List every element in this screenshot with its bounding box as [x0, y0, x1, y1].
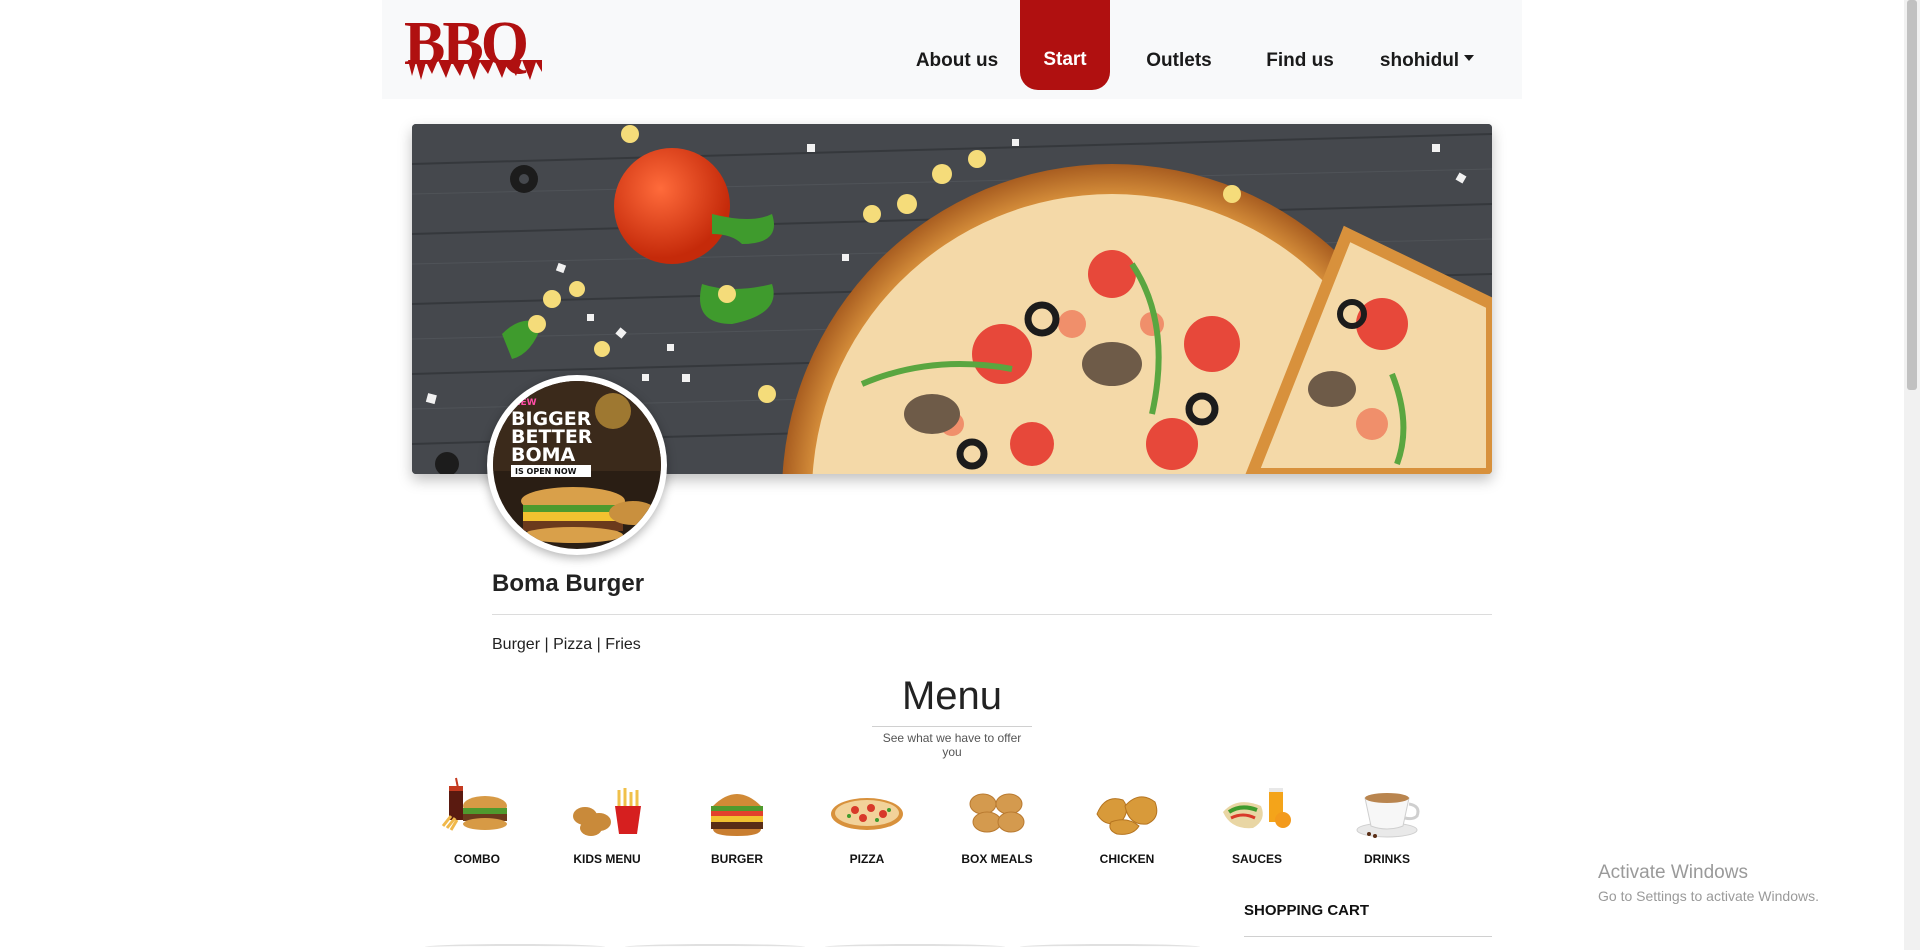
category-chicken[interactable]: CHICKEN: [1072, 776, 1182, 866]
menu-subtitle: See what we have to offer you: [872, 726, 1032, 759]
restaurant-name: Boma Burger: [492, 570, 645, 597]
product-card-edge: [425, 944, 605, 950]
watermark-line-1: Activate Windows: [1598, 862, 1748, 883]
caret-down-icon: [1464, 55, 1475, 61]
category-burger[interactable]: BURGER: [682, 776, 792, 866]
navbar: BBQ About us Start Outlets Find us shohi…: [382, 0, 1522, 99]
product-card-edge: [1020, 944, 1200, 950]
category-label: COMBO: [454, 852, 500, 866]
product-card-edge: [625, 944, 805, 950]
user-name: shohidul: [1379, 50, 1460, 71]
box-meals-icon: [957, 776, 1037, 842]
drinks-icon: [1347, 776, 1427, 842]
product-cards-peek: [420, 944, 1200, 950]
category-label: CHICKEN: [1099, 852, 1155, 866]
restaurant-avatar: NEW BIGGER BETTER BOMA IS OPEN NOW: [487, 375, 667, 555]
category-label: SAUCES: [1231, 852, 1282, 866]
bbq-logo[interactable]: BBQ: [402, 10, 547, 82]
category-combo[interactable]: COMBO: [422, 776, 532, 866]
category-label: DRINKS: [1363, 852, 1410, 866]
nav-outlets[interactable]: Outlets: [1134, 16, 1224, 106]
pizza-icon: [827, 776, 907, 842]
kids-menu-icon: [567, 776, 647, 842]
burger-icon: [697, 776, 777, 842]
category-label: KIDS MENU: [573, 852, 641, 866]
category-sauces[interactable]: SAUCES: [1202, 776, 1312, 866]
svg-text:NEW: NEW: [513, 398, 537, 408]
category-label: BOX MEALS: [961, 852, 1033, 866]
user-dropdown[interactable]: shohidul: [1372, 16, 1482, 106]
divider: [1244, 936, 1492, 937]
category-label: PIZZA: [849, 852, 885, 866]
nav-find-us[interactable]: Find us: [1250, 16, 1350, 106]
category-box-meals[interactable]: BOX MEALS: [942, 776, 1052, 866]
shopping-cart-title: SHOPPING CART: [1244, 902, 1370, 919]
category-drinks[interactable]: DRINKS: [1332, 776, 1442, 866]
sauces-icon: [1217, 776, 1297, 842]
restaurant-tags: Burger | Pizza | Fries: [492, 636, 641, 653]
windows-activation-watermark: Activate Windows Go to Settings to activ…: [1598, 862, 1819, 904]
combo-icon: [437, 776, 517, 842]
svg-text:IS OPEN NOW: IS OPEN NOW: [515, 467, 577, 476]
menu-title: Menu: [901, 674, 1003, 718]
scrollbar-thumb[interactable]: [1907, 0, 1917, 390]
chicken-icon: [1087, 776, 1167, 842]
menu-subtitle-wrap: See what we have to offer you: [0, 726, 1904, 761]
product-card-edge: [825, 944, 1005, 950]
watermark-line-2: Go to Settings to activate Windows.: [1598, 888, 1819, 904]
category-kids-menu[interactable]: KIDS MENU: [552, 776, 662, 866]
page-scrollbar[interactable]: [1904, 0, 1920, 950]
nav-start[interactable]: Start: [1020, 0, 1110, 90]
svg-text:BOMA: BOMA: [511, 444, 576, 466]
category-pizza[interactable]: PIZZA: [812, 776, 922, 866]
divider: [492, 614, 1492, 615]
nav-about-us[interactable]: About us: [902, 16, 1012, 106]
category-label: BURGER: [710, 852, 763, 866]
